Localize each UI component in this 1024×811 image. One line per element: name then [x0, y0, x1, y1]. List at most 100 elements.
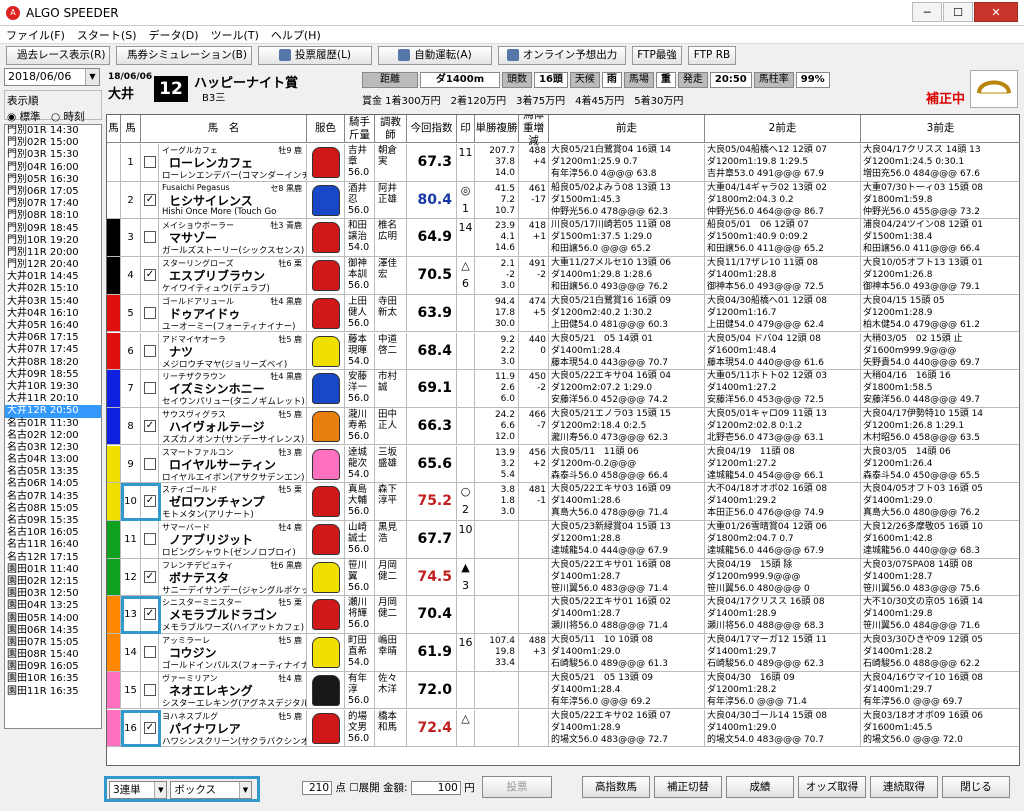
- mark-cell[interactable]: 11: [457, 144, 475, 181]
- continuous-get-button[interactable]: 連続取得: [870, 776, 938, 798]
- mark-cell[interactable]: ○ 2: [457, 483, 475, 520]
- race-list-item[interactable]: 門別08R 18:10: [5, 210, 101, 222]
- select-checkbox[interactable]: [144, 231, 156, 244]
- maximize-button[interactable]: ☐: [943, 2, 973, 22]
- close-window-button[interactable]: ✕: [974, 2, 1018, 22]
- past-race-button[interactable]: 過去レース表示(R): [6, 45, 110, 65]
- amount-input[interactable]: 100: [410, 781, 461, 795]
- menu-file[interactable]: ファイル(F): [0, 27, 71, 43]
- race-list-item[interactable]: 名古08R 15:05: [5, 503, 101, 515]
- race-list-item[interactable]: 園田10R 16:35: [5, 673, 101, 685]
- mark-cell[interactable]: [457, 407, 475, 445]
- bet-method-select[interactable]: ボックス ▼: [170, 781, 252, 799]
- race-list-item[interactable]: 大井09R 18:55: [5, 369, 101, 381]
- mark-cell[interactable]: [457, 370, 475, 407]
- race-list-item[interactable]: 門別04R 16:00: [5, 162, 101, 174]
- table-row[interactable]: 6 アドマイヤオーラ 牡5 鹿 ナツ メジロウチマヤ(ジョリーズベイ) 藤本 現…: [107, 332, 1019, 370]
- table-row[interactable]: 11 サマーバード 牡4 鹿 ノアブリジット ロビングシャウト(ゼンノロブロイ)…: [107, 521, 1019, 559]
- race-list-item[interactable]: 大井08R 18:20: [5, 357, 101, 369]
- table-row[interactable]: 2 ✓ Fusaichi Pegasus セ8 黒鹿 ヒシサイレンス Hishi…: [107, 181, 1019, 220]
- chevron-down-icon[interactable]: ▼: [85, 69, 99, 85]
- table-row[interactable]: 16 ✓ ヨハネスブルグ 牡5 鹿 パイナワレア ハワシンスクリーン(サクラバク…: [107, 709, 1019, 747]
- select-checkbox[interactable]: ✓: [144, 269, 156, 282]
- race-list-item[interactable]: 園田05R 14:00: [5, 613, 101, 625]
- race-list-item[interactable]: 門別09R 18:45: [5, 223, 101, 235]
- mark-cell[interactable]: [457, 332, 475, 369]
- race-list-item[interactable]: 名古03R 12:30: [5, 442, 101, 454]
- race-list-item[interactable]: 名古01R 11:30: [5, 418, 101, 430]
- select-checkbox[interactable]: ✓: [144, 193, 156, 206]
- horse-name-cell[interactable]: フレンチデピュティ 牡6 黒鹿 ボナテスタ サニーデイサンデー(ジャングルポケッ…: [159, 558, 307, 596]
- mark-cell[interactable]: [457, 445, 475, 483]
- race-list-item[interactable]: 大井10R 19:30: [5, 381, 101, 393]
- menu-help[interactable]: ヘルプ(H): [265, 27, 327, 43]
- mark-cell[interactable]: 16: [457, 634, 475, 671]
- get-odds-button[interactable]: オッズ取得: [798, 776, 866, 798]
- horse-name-cell[interactable]: リーチザクラウン 牡4 黒鹿 イズミシンホニー セイウンパリュー(タニノギムレッ…: [159, 370, 307, 407]
- table-row[interactable]: 5 ゴールドアリュール 牡4 黒鹿 ドゥアイドゥ ユーオーミー(フォーティナイナ…: [107, 294, 1019, 333]
- race-list-item[interactable]: 門別07R 17:40: [5, 198, 101, 210]
- race-list-item[interactable]: 園田04R 13:25: [5, 600, 101, 612]
- select-checkbox[interactable]: [144, 306, 156, 319]
- mark-cell[interactable]: △: [457, 709, 475, 746]
- select-checkbox[interactable]: [144, 533, 156, 545]
- select-checkbox[interactable]: ✓: [144, 419, 156, 432]
- mark-cell[interactable]: [457, 294, 475, 332]
- correction-toggle-button[interactable]: 補正切替: [654, 776, 722, 798]
- table-row[interactable]: 1 イーグルカフェ 牡9 鹿 ローレンカフェ ローレンエンデバー(コマンダーイン…: [107, 144, 1019, 182]
- select-checkbox[interactable]: ✓: [144, 570, 156, 583]
- race-list-item[interactable]: 園田11R 16:35: [5, 686, 101, 698]
- mark-cell[interactable]: △ 6: [457, 257, 475, 294]
- tenkai-checkbox[interactable]: ☐: [349, 782, 358, 794]
- horse-name-cell[interactable]: ヴァーミリアン 牡4 鹿 ネオエレキング シスターエレキング(アグネスデジタル): [159, 671, 307, 709]
- select-checkbox[interactable]: [144, 457, 156, 470]
- ticket-simulation-button[interactable]: 馬券シミュレーション(B): [116, 45, 252, 65]
- race-list-item[interactable]: 名古05R 13:35: [5, 466, 101, 478]
- race-list-item[interactable]: 園田09R 16:05: [5, 661, 101, 673]
- close-button[interactable]: 閉じる: [942, 776, 1010, 798]
- horse-name-cell[interactable]: シニスターミニスター 牡5 栗 メモラブルドラゴン メモラブルワーズ(ハイアット…: [159, 596, 307, 633]
- race-list-item[interactable]: 名古02R 12:00: [5, 430, 101, 442]
- race-list-item[interactable]: 大井11R 20:10: [5, 393, 101, 405]
- select-checkbox[interactable]: [144, 683, 156, 696]
- horse-name-cell[interactable]: スティゴールド 牡5 栗 ゼロワンチャンプ モトメタン(アリナート): [159, 483, 307, 520]
- race-list-item[interactable]: 大井04R 16:10: [5, 308, 101, 320]
- race-list-item[interactable]: 大井03R 15:40: [5, 296, 101, 308]
- race-list-item[interactable]: 門別05R 16:30: [5, 174, 101, 186]
- race-list-item[interactable]: 名古09R 15:35: [5, 515, 101, 527]
- table-row[interactable]: 15 ヴァーミリアン 牡4 鹿 ネオエレキング シスターエレキング(アグネスデジ…: [107, 671, 1019, 710]
- race-list-item[interactable]: 門別12R 20:40: [5, 259, 101, 271]
- race-list-item[interactable]: 大井01R 14:45: [5, 271, 101, 283]
- horse-name-cell[interactable]: イーグルカフェ 牡9 鹿 ローレンカフェ ローレンエンデバー(コマンダーインチー…: [159, 144, 307, 181]
- horse-name-cell[interactable]: メイショウボーラー 牡3 青鹿 マサゾー ガールズストーリー(シックスセンス): [159, 219, 307, 256]
- table-row[interactable]: 8 ✓ サウスヴィグラス 牡5 鹿 ハイヴォルテージ スズカノオンナ(サンデーサ…: [107, 407, 1019, 446]
- race-list-item[interactable]: 名古06R 14:05: [5, 478, 101, 490]
- race-list-item[interactable]: 門別01R 14:30: [5, 125, 101, 137]
- select-checkbox[interactable]: [144, 344, 156, 357]
- horse-name-cell[interactable]: Fusaichi Pegasus セ8 黒鹿 ヒシサイレンス Hishi Onc…: [159, 181, 307, 219]
- select-checkbox[interactable]: [144, 646, 156, 659]
- mark-cell[interactable]: [457, 596, 475, 633]
- race-list-item[interactable]: 門別06R 17:05: [5, 186, 101, 198]
- race-list-item[interactable]: 門別11R 20:00: [5, 247, 101, 259]
- race-list-item[interactable]: 園田03R 12:50: [5, 588, 101, 600]
- table-row[interactable]: 9 スマートファルコン 牡3 鹿 ロイヤルサーティン ロイヤルエイボン(アサクサ…: [107, 445, 1019, 484]
- ftp-saikyo-button[interactable]: FTP最強: [632, 45, 682, 65]
- radio-standard[interactable]: ◉: [7, 111, 20, 123]
- race-list-item[interactable]: 名古10R 16:05: [5, 527, 101, 539]
- race-list-item[interactable]: 園田01R 11:40: [5, 564, 101, 576]
- race-list-item[interactable]: 大井06R 17:15: [5, 332, 101, 344]
- bet-type-select[interactable]: 3連単 ▼: [109, 781, 168, 799]
- race-list-item[interactable]: 門別02R 15:00: [5, 137, 101, 149]
- results-button[interactable]: 成績: [726, 776, 794, 798]
- mark-cell[interactable]: 10: [457, 521, 475, 558]
- table-row[interactable]: 7 リーチザクラウン 牡4 黒鹿 イズミシンホニー セイウンパリュー(タニノギム…: [107, 370, 1019, 408]
- table-row[interactable]: 14 アッミラーレ 牡5 鹿 コウジン ゴールドインパルス(フォーティナイナー)…: [107, 634, 1019, 672]
- horse-name-cell[interactable]: サウスヴィグラス 牡5 鹿 ハイヴォルテージ スズカノオンナ(サンデーサイレンス…: [159, 407, 307, 445]
- vote-button[interactable]: 投票: [482, 776, 552, 798]
- horse-name-cell[interactable]: スマートファルコン 牡3 鹿 ロイヤルサーティン ロイヤルエイボン(アサクサデン…: [159, 445, 307, 483]
- vote-history-button[interactable]: 投票履歴(L): [258, 45, 372, 65]
- table-row[interactable]: 12 ✓ フレンチデピュティ 牡6 黒鹿 ボナテスタ サニーデイサンデー(ジャン…: [107, 558, 1019, 597]
- select-checkbox[interactable]: [144, 382, 156, 395]
- race-list[interactable]: 門別01R 14:30 門別02R 15:00 門別03R 15:30 門別04R 1…: [4, 124, 102, 729]
